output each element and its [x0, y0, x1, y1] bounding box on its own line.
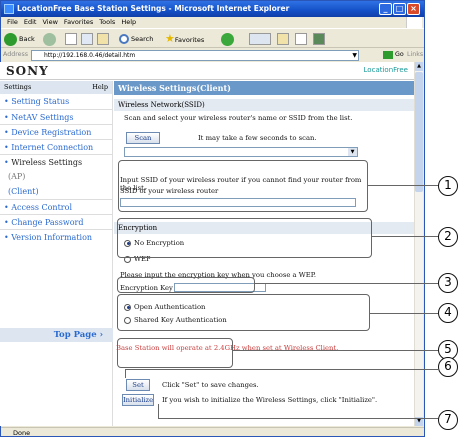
menu-view[interactable]: View: [42, 18, 57, 26]
close-button[interactable]: ×: [407, 3, 420, 15]
sidebar-item-client[interactable]: (Client): [0, 184, 112, 199]
stop-icon[interactable]: [65, 33, 77, 45]
callout-number-4: 4: [438, 303, 458, 323]
settings-label: Settings: [4, 83, 32, 91]
menu-tools[interactable]: Tools: [99, 18, 115, 26]
chevron-down-icon[interactable]: ▼: [348, 148, 357, 156]
callout-box-4: [117, 294, 370, 331]
callout-line-2: [372, 236, 438, 237]
sidebar-item-netav-settings[interactable]: • NetAV Settings: [0, 109, 112, 124]
menu-help[interactable]: Help: [121, 18, 136, 26]
sidebar-item-internet-connection[interactable]: • Internet Connection: [0, 139, 112, 154]
print-icon[interactable]: [295, 33, 307, 45]
initialize-note: If you wish to initialize the Wireless S…: [162, 396, 378, 404]
scan-button[interactable]: Scan: [126, 132, 160, 144]
chevron-right-icon: ›: [96, 330, 103, 340]
windows-logo-icon: [406, 17, 422, 28]
network-section-header: Wireless Network(SSID): [114, 99, 414, 111]
set-button[interactable]: Set: [126, 379, 150, 391]
callout-number-3: 3: [438, 273, 458, 293]
status-bar: Done: [1, 427, 424, 437]
history-icon[interactable]: [249, 33, 271, 45]
callout-line-5: [233, 350, 438, 351]
callout-number-2: 2: [438, 227, 458, 247]
callout-number-6: 6: [438, 357, 458, 377]
callout-line-6: [125, 369, 438, 370]
edit-icon[interactable]: [313, 33, 325, 45]
locationfree-logo: LocationFree: [363, 66, 408, 74]
sidebar-item-device-registration[interactable]: • Device Registration: [0, 124, 112, 139]
callout-box-5: [117, 338, 233, 368]
sidebar-item-change-password[interactable]: • Change Password: [0, 214, 112, 229]
help-link[interactable]: Help: [92, 81, 108, 94]
status-text: Done: [13, 429, 31, 437]
sidebar-item-ap[interactable]: (AP): [0, 169, 112, 184]
forward-arrow-icon: [43, 32, 56, 46]
scroll-up-icon[interactable]: ▲: [415, 62, 423, 71]
go-button[interactable]: Go: [395, 48, 404, 62]
initialize-button[interactable]: Initialize: [122, 394, 154, 406]
callout-number-1: 1: [438, 176, 458, 196]
sidebar-item-wireless-settings: • Wireless Settings: [0, 154, 112, 169]
refresh-icon[interactable]: [81, 33, 93, 45]
menu-favorites[interactable]: Favorites: [64, 18, 93, 26]
scroll-thumb[interactable]: [415, 72, 423, 192]
vertical-scrollbar[interactable]: ▲ ▼: [414, 62, 423, 426]
forward-button[interactable]: [43, 32, 58, 46]
scan-instruction: Scan and select your wireless router's n…: [124, 114, 353, 122]
site-header: SONY LocationFree: [0, 62, 414, 80]
address-input[interactable]: http://192.168.0.46/detail.htm ▼: [31, 50, 359, 61]
callout-line-1: [368, 185, 438, 186]
star-icon: ★: [165, 32, 175, 45]
top-page-link[interactable]: Top Page ›: [0, 328, 113, 342]
search-icon: [119, 34, 129, 44]
callout-box-1: [118, 160, 368, 212]
toolbar: Back Search ★Favorites: [1, 28, 424, 48]
address-label: Address: [3, 51, 29, 58]
menu-file[interactable]: File: [7, 18, 18, 26]
mail-icon[interactable]: [277, 33, 289, 45]
title-bar: LocationFree Base Station Settings - Mic…: [1, 1, 424, 17]
callout-box-2: [117, 218, 372, 258]
callout-line-7: [158, 418, 438, 419]
maximize-button[interactable]: □: [393, 3, 406, 15]
ssid-select[interactable]: ▼: [124, 147, 358, 157]
callout-line-7a: [158, 404, 159, 418]
callout-line-3: [255, 283, 438, 284]
callout-box-3: [117, 277, 255, 293]
minimize-button[interactable]: _: [379, 3, 392, 15]
sidebar: Settings Help • Setting Status • NetAV S…: [0, 81, 113, 426]
back-arrow-icon: [4, 32, 17, 46]
sidebar-header: Settings Help: [0, 81, 112, 94]
favorites-button[interactable]: ★Favorites: [165, 32, 204, 46]
search-button[interactable]: Search: [119, 32, 153, 46]
sony-logo: SONY: [6, 64, 49, 78]
media-icon[interactable]: [221, 32, 236, 46]
home-icon[interactable]: [97, 33, 109, 45]
address-bar: Address http://192.168.0.46/detail.htm ▼…: [1, 48, 424, 62]
ie-app-icon: [4, 4, 14, 14]
set-note: Click "Set" to save changes.: [162, 381, 259, 389]
sidebar-item-version-information[interactable]: • Version Information: [0, 229, 112, 244]
menu-bar: File Edit View Favorites Tools Help: [1, 17, 424, 28]
page-title: Wireless Settings(Client): [114, 81, 414, 95]
scan-note: It may take a few seconds to scan.: [198, 134, 317, 142]
callout-number-7: 7: [438, 410, 458, 430]
links-label[interactable]: Links: [407, 48, 423, 62]
menu-edit[interactable]: Edit: [24, 18, 37, 26]
back-button[interactable]: Back: [4, 32, 35, 46]
callout-line-6a: [125, 369, 126, 378]
window-title: LocationFree Base Station Settings - Mic…: [17, 4, 290, 13]
go-arrow-icon[interactable]: [383, 51, 393, 59]
sidebar-item-setting-status[interactable]: • Setting Status: [0, 94, 112, 109]
callout-line-4: [370, 313, 438, 314]
address-dropdown-icon[interactable]: ▼: [352, 51, 357, 60]
sidebar-item-access-control[interactable]: • Access Control: [0, 199, 112, 214]
